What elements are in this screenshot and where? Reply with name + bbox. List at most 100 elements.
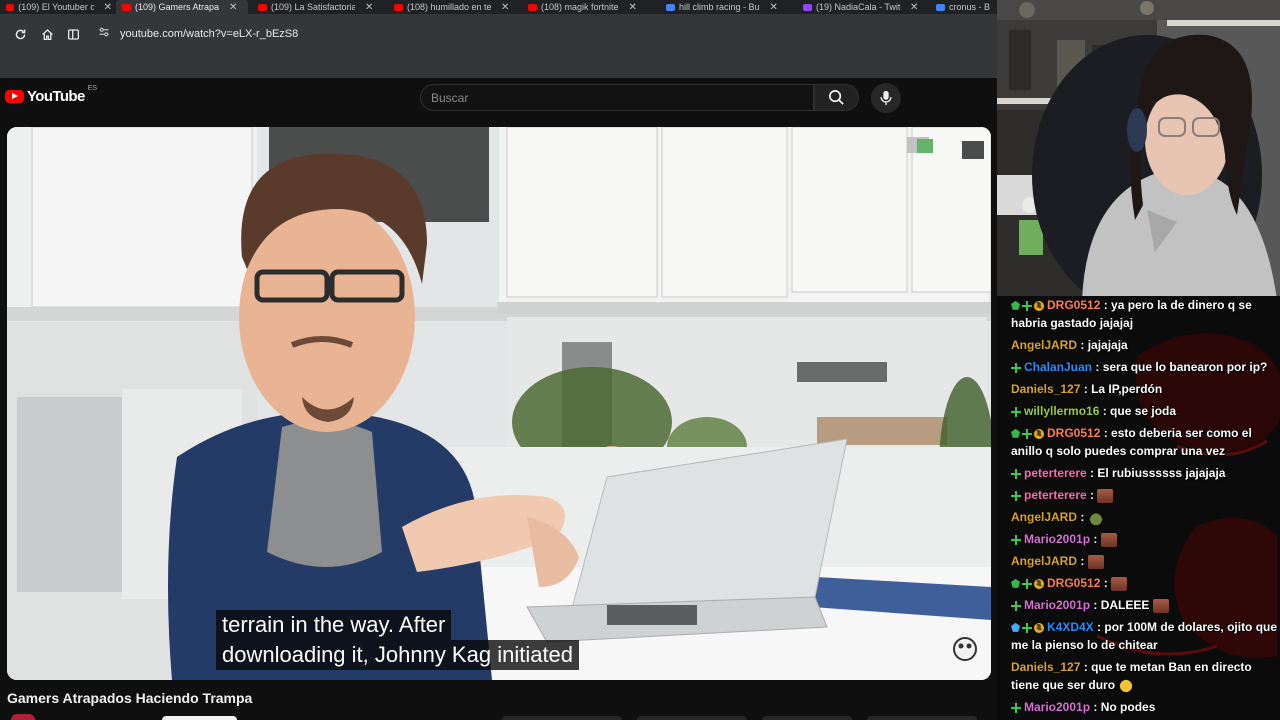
tab-close-icon[interactable]: ✕ (629, 2, 637, 13)
reload-icon[interactable] (7, 21, 33, 47)
gem-blue-badge-icon (1011, 622, 1020, 632)
browser-tab[interactable]: hill climb racing - Bu ✕ (660, 0, 792, 14)
chat-message: Mario2001p : DALEEE (1011, 596, 1279, 614)
subtitle-line: terrain in the way. After (216, 610, 452, 640)
chat-text: La IP,perdón (1091, 382, 1163, 396)
chat-username[interactable]: Mario2001p (1024, 598, 1090, 612)
bookmarks-bar (0, 54, 997, 78)
tab-favicon-icon (803, 3, 812, 11)
tab-close-icon[interactable]: ✕ (501, 2, 509, 13)
address-bar[interactable]: youtube.com/watch?v=eLX-r_bEzS8 (90, 20, 980, 48)
webcam-image (997, 0, 1280, 300)
chat-username[interactable]: willyllermo16 (1024, 404, 1099, 418)
gem-badge-icon (1011, 578, 1020, 588)
chat-username[interactable]: DRG0512 (1047, 298, 1100, 312)
side-panel-icon[interactable] (60, 21, 86, 47)
chat-message: ChalanJuan : sera que lo banearon por ip… (1011, 358, 1279, 376)
tab-title: hill climb racing - Bu (679, 2, 760, 12)
spark-badge-icon (1022, 300, 1032, 311)
tab-close-icon[interactable]: ✕ (910, 2, 918, 13)
chat-text: DALEEE (1100, 598, 1150, 612)
chat-username[interactable]: DRG0512 (1047, 426, 1100, 440)
home-icon[interactable] (34, 21, 60, 47)
tab-strip: (109) El Youtuber de ✕ (109) Gamers Atrapa… (0, 0, 997, 14)
search-button[interactable] (814, 84, 859, 111)
user-badges (1011, 406, 1021, 417)
chat-message: DRG0512 : (1011, 574, 1279, 593)
video-title: Gamers Atrapados Haciendo Trampa (7, 690, 253, 706)
chat-text: que se joda (1110, 404, 1177, 418)
channel-row (7, 714, 987, 720)
chat-username[interactable]: ChalanJuan (1024, 360, 1092, 374)
browser-tab[interactable]: (19) NadiaCala - Twit ✕ (797, 0, 927, 14)
tab-favicon-icon (258, 3, 267, 11)
browser-tab[interactable]: (108) magik fortnite ✕ (522, 0, 656, 14)
chat-separator: : (1093, 620, 1105, 634)
coin-badge-icon (1034, 425, 1044, 443)
chat-separator: : (1086, 466, 1098, 480)
user-badges (1011, 425, 1044, 443)
microphone-icon (880, 90, 892, 106)
chat-username[interactable]: Mario2001p (1024, 700, 1090, 714)
chat-message: willyllermo16 : que se joda (1011, 402, 1279, 420)
chat-username[interactable]: AngelJARD (1011, 338, 1077, 352)
tab-title: (108) magik fortnite (541, 2, 619, 12)
chat-username[interactable]: AngelJARD (1011, 554, 1077, 568)
chat-username[interactable]: Daniels_127 (1011, 382, 1080, 396)
gem-badge-icon (1011, 428, 1020, 438)
browser-tab[interactable]: (109) La Satisfactoria ✕ (252, 0, 384, 14)
coin-badge-icon (1034, 297, 1044, 315)
channel-avatar[interactable] (11, 714, 35, 720)
chat-username[interactable]: DRG0512 (1047, 576, 1100, 590)
chat-separator: : (1077, 554, 1088, 568)
tab-title: (19) NadiaCala - Twit (816, 2, 900, 12)
video-player[interactable]: terrain in the way. After downloading it… (7, 127, 991, 680)
user-badges (1011, 575, 1044, 593)
chat-separator: : (1080, 382, 1092, 396)
youtube-logo[interactable]: YouTube ES (5, 85, 97, 105)
chat-username[interactable]: K4XD4X (1047, 620, 1094, 634)
tab-close-icon[interactable]: ✕ (104, 2, 112, 13)
browser-tab[interactable]: (108) humillado en te ✕ (388, 0, 518, 14)
chat-message: AngelJARD : (1011, 552, 1279, 570)
browser-tab[interactable]: cronus - B (930, 0, 997, 14)
laugh-emote-icon (1118, 678, 1135, 693)
tab-close-icon[interactable]: ✕ (365, 2, 373, 13)
browser-tab[interactable]: (109) El Youtuber de ✕ (0, 0, 112, 14)
spark-badge-icon (1011, 534, 1021, 545)
chat-separator: : (1092, 360, 1103, 374)
more-button[interactable] (867, 716, 977, 720)
subtitles: terrain in the way. After downloading it… (216, 610, 580, 670)
chat-message: Mario2001p : (1011, 530, 1279, 548)
tab-close-icon[interactable]: ✕ (229, 2, 237, 13)
coin-badge-icon (1034, 619, 1044, 637)
search-icon (829, 90, 844, 105)
chat-username[interactable]: peterterere (1024, 466, 1087, 480)
share-button[interactable] (637, 716, 747, 720)
chat-username[interactable]: peterterere (1024, 488, 1087, 502)
spark-badge-icon (1011, 468, 1021, 479)
chat-username[interactable]: AngelJARD (1011, 510, 1077, 524)
tab-close-icon[interactable]: ✕ (770, 2, 778, 13)
like-button[interactable] (502, 716, 622, 720)
voice-search-button[interactable] (871, 83, 901, 113)
url-text[interactable]: youtube.com/watch?v=eLX-r_bEzS8 (120, 28, 298, 40)
site-settings-icon[interactable] (98, 25, 110, 43)
chat-separator: : (1100, 426, 1112, 440)
brick-emote-icon (1111, 576, 1128, 591)
download-button[interactable] (762, 716, 852, 720)
youtube-page: YouTube ES Buscar terrain in the way. Af… (0, 78, 997, 720)
chat-username[interactable]: Mario2001p (1024, 532, 1090, 546)
chat-message: DRG0512 : ya pero la de dinero q se habr… (1011, 296, 1279, 332)
search-input[interactable] (431, 90, 813, 105)
tab-favicon-icon (936, 3, 945, 11)
chat-username[interactable]: Daniels_127 (1011, 660, 1080, 674)
tab-favicon-icon (394, 3, 403, 11)
user-badges (1011, 619, 1044, 637)
subscribe-button[interactable] (162, 716, 237, 720)
spark-badge-icon (1011, 362, 1021, 373)
user-badges (1011, 490, 1021, 501)
tab-favicon-icon (528, 3, 537, 11)
browser-tab[interactable]: (109) Gamers Atrapa ✕ (116, 0, 248, 14)
tab-title: (109) El Youtuber de (18, 2, 94, 12)
